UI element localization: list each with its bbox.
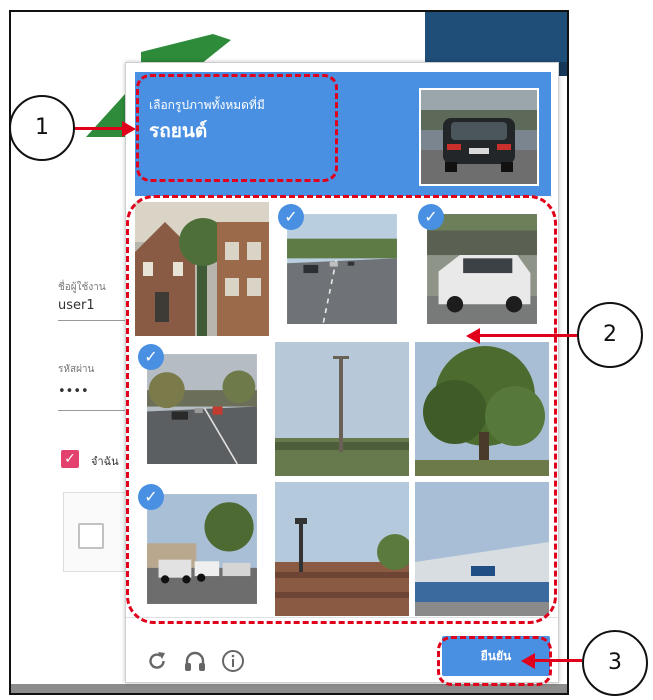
recaptcha-widget [63, 492, 133, 572]
annotation-box-image-grid [126, 195, 557, 624]
recaptcha-checkbox[interactable] [78, 523, 104, 549]
arrow-3-line [535, 659, 582, 662]
arrow-3-head [521, 653, 535, 669]
headphones-icon[interactable] [182, 649, 208, 675]
info-icon[interactable] [220, 649, 246, 675]
callout-3: 3 [582, 630, 648, 696]
annotation-box-instruction [136, 74, 338, 182]
username-label: ชื่อผู้ใช้งาน [58, 282, 106, 293]
username-value[interactable]: user1 [58, 298, 95, 313]
arrow-2-head [466, 328, 480, 344]
arrow-1-line [75, 127, 125, 130]
remember-label: จำฉัน [91, 455, 119, 468]
captcha-example-image [419, 88, 539, 186]
arrow-1-head [122, 121, 136, 137]
callout-2: 2 [577, 302, 643, 368]
callout-1: 1 [9, 95, 75, 161]
password-underline [58, 410, 128, 411]
password-label: รหัสผ่าน [58, 364, 95, 375]
arrow-2-line [480, 334, 577, 337]
header-band [425, 12, 567, 62]
screenshot-frame: ชื่อผู้ใช้งาน user1 รหัสผ่าน •••• ✓ จำฉั… [0, 0, 653, 700]
password-value[interactable]: •••• [58, 384, 89, 399]
username-underline [58, 320, 128, 321]
reload-icon[interactable] [144, 649, 170, 675]
remember-checkbox[interactable]: ✓ [61, 450, 79, 468]
